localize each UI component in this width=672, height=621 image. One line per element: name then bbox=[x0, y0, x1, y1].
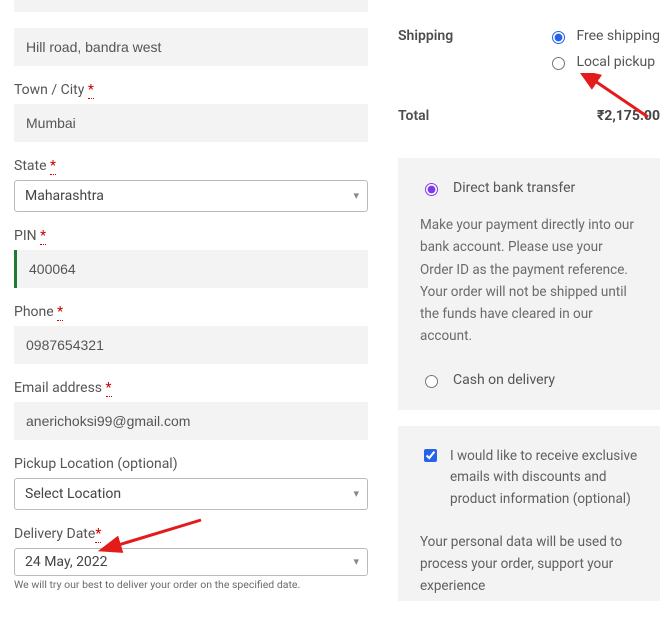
pickup-select[interactable]: Select Location bbox=[14, 478, 368, 510]
email-input[interactable] bbox=[14, 402, 368, 440]
marketing-consent[interactable]: I would like to receive exclusive emails… bbox=[420, 446, 638, 511]
pin-label: PIN * bbox=[14, 228, 368, 244]
payment-bank-radio[interactable] bbox=[425, 183, 438, 196]
delivery-date-select[interactable]: 24 May, 2022 bbox=[14, 548, 368, 576]
delivery-date-value: 24 May, 2022 bbox=[25, 554, 108, 570]
pickup-label: Pickup Location (optional) bbox=[14, 456, 368, 472]
address-line2-input[interactable] bbox=[14, 28, 368, 66]
consent-panel: I would like to receive exclusive emails… bbox=[398, 426, 660, 602]
total-label: Total bbox=[398, 108, 429, 124]
city-input[interactable] bbox=[14, 104, 368, 142]
shipping-free-label: Free shipping bbox=[576, 28, 660, 44]
shipping-pickup-radio[interactable] bbox=[552, 57, 565, 70]
shipping-pickup-label: Local pickup bbox=[576, 54, 655, 70]
state-value: Maharashtra bbox=[25, 188, 104, 204]
city-label: Town / City * bbox=[14, 82, 368, 98]
payment-cod-radio[interactable] bbox=[425, 375, 438, 388]
payment-bank-label: Direct bank transfer bbox=[453, 180, 575, 196]
email-label: Email address * bbox=[14, 380, 368, 396]
marketing-checkbox[interactable] bbox=[424, 449, 437, 462]
shipping-free-radio[interactable] bbox=[552, 31, 565, 44]
payment-cod-label: Cash on delivery bbox=[453, 372, 555, 388]
pickup-placeholder: Select Location bbox=[25, 486, 121, 502]
shipping-pickup-option[interactable]: Local pickup bbox=[547, 54, 660, 70]
phone-label: Phone * bbox=[14, 304, 368, 320]
shipping-free-option[interactable]: Free shipping bbox=[547, 28, 660, 44]
delivery-date-help: We will try our best to deliver your ord… bbox=[14, 578, 368, 591]
privacy-text: Your personal data will be used to proce… bbox=[420, 532, 638, 597]
order-summary: Subtotal ₹2,175.00 Shipping Free shippin… bbox=[398, 0, 660, 615]
marketing-label: I would like to receive exclusive emails… bbox=[450, 446, 638, 511]
address-line1-input[interactable] bbox=[14, 0, 368, 12]
delivery-date-label: Delivery Date* bbox=[14, 526, 368, 542]
total-value: ₹2,175.00 bbox=[597, 108, 660, 124]
billing-form: Town / City * State * Maharashtra PIN * … bbox=[14, 0, 368, 595]
payment-bank-desc: Make your payment directly into our bank… bbox=[420, 214, 638, 348]
pin-input[interactable] bbox=[14, 250, 368, 288]
payment-panel: Direct bank transfer Make your payment d… bbox=[398, 158, 660, 410]
phone-input[interactable] bbox=[14, 326, 368, 364]
state-select[interactable]: Maharashtra bbox=[14, 180, 368, 212]
state-label: State * bbox=[14, 158, 368, 174]
shipping-label: Shipping bbox=[398, 28, 453, 44]
